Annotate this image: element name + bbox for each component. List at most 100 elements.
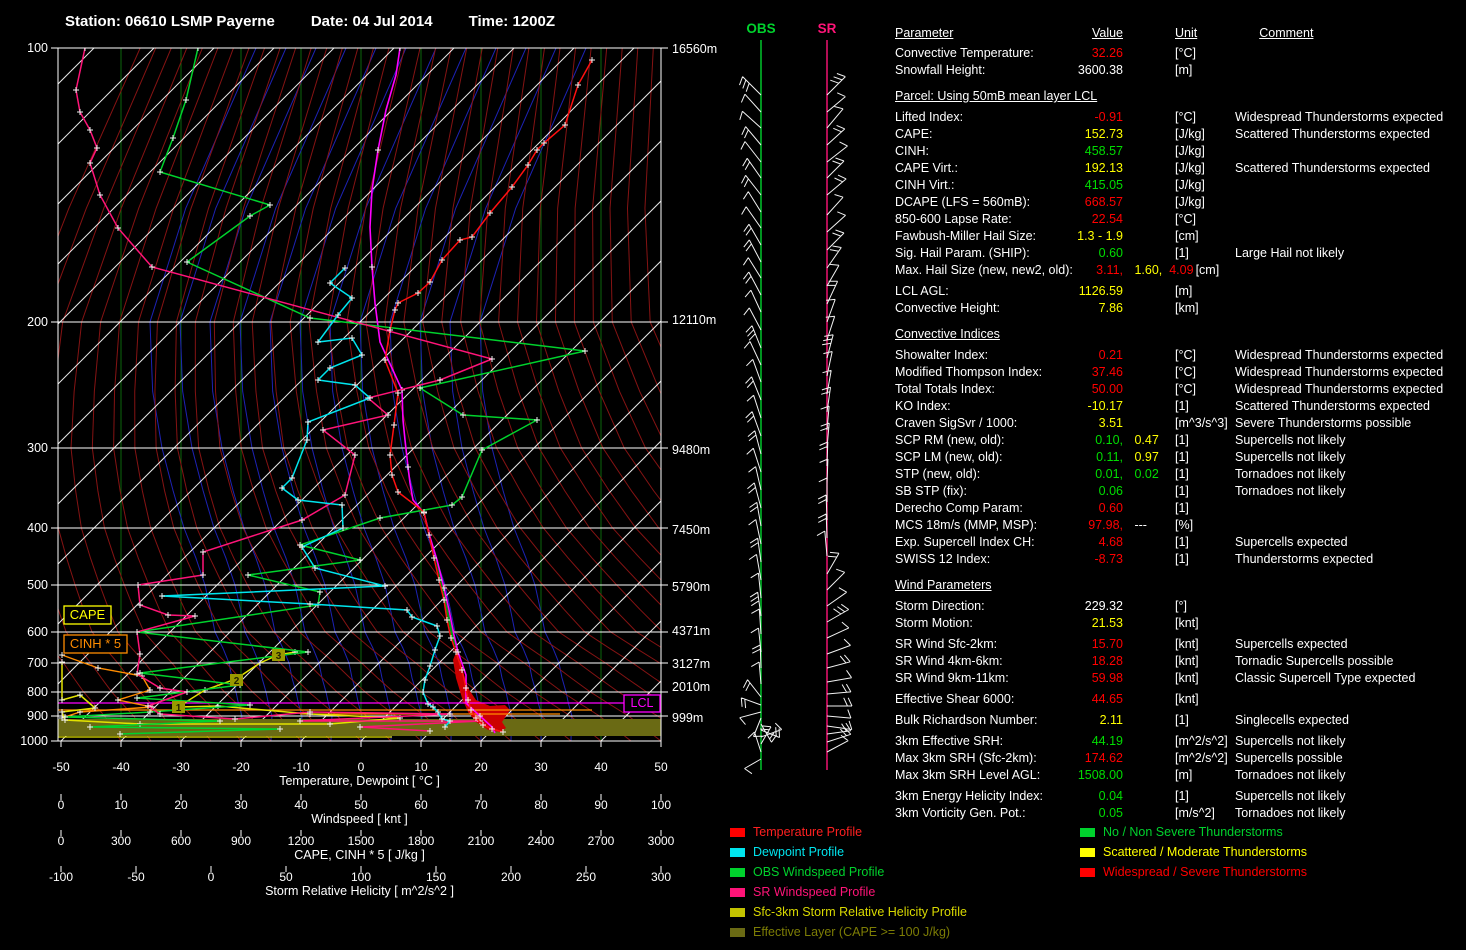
x-axis-1: 0102030405060708090100Windspeed [ knt ] — [58, 794, 672, 826]
param-value: 192.13 — [1085, 160, 1123, 177]
param-label: Craven SigSvr / 1000: — [895, 415, 1017, 432]
svg-text:40: 40 — [594, 760, 608, 774]
table-row: CINH:458.57[J/kg] — [888, 143, 1463, 160]
param-comment: Tornadoes not likely — [1235, 483, 1345, 500]
param-unit: [J/kg] — [1175, 177, 1235, 194]
svg-text:9480m: 9480m — [672, 443, 710, 457]
param-label: Lifted Index: — [895, 109, 963, 126]
param-value: 59.98 — [1092, 670, 1123, 687]
param-comment: Scattered Thunderstorms expected — [1235, 398, 1430, 415]
param-comment: Supercells not likely — [1235, 432, 1345, 449]
param-value: 0.05 — [1099, 805, 1123, 822]
km-marker-3: 3 — [272, 649, 285, 662]
table-row: Max 3km SRH (Sfc-2km):174.62[m^2/s^2]Sup… — [888, 750, 1463, 767]
param-comment: Supercells not likely — [1235, 733, 1345, 750]
param-unit: [°C] — [1175, 109, 1235, 126]
param-comment: Supercells expected — [1235, 534, 1348, 551]
sr-wind-column — [817, 40, 852, 770]
svg-text:20: 20 — [174, 798, 188, 812]
table-row: Convective Temperature:32.26[°C] — [888, 45, 1463, 62]
param-unit: [knt] — [1175, 670, 1235, 687]
legend-swatch — [730, 908, 745, 917]
param-unit: [knt] — [1175, 691, 1235, 708]
param-label: Sig. Hail Param. (SHIP): — [895, 245, 1030, 262]
table-row: Storm Direction:229.32[°] — [888, 598, 1463, 615]
table-row: Showalter Index:0.21[°C]Widespread Thund… — [888, 347, 1463, 364]
param-label: CAPE: — [895, 126, 933, 143]
param-value: -10.17 — [1088, 398, 1123, 415]
svg-text:12110m: 12110m — [672, 313, 716, 327]
section-header: Parcel: Using 50mB mean layer LCL — [888, 88, 1463, 105]
svg-text:-100: -100 — [49, 870, 73, 884]
legend-item-profile: Sfc-3km Storm Relative Helicity Profile — [730, 902, 967, 922]
svg-text:-10: -10 — [292, 760, 310, 774]
param-label: Storm Direction: — [895, 598, 985, 615]
table-row: LCL AGL:1126.59[m] — [888, 283, 1463, 300]
svg-text:90: 90 — [594, 798, 608, 812]
obs-wind-column — [740, 40, 782, 774]
param-label: 850-600 Lapse Rate: — [895, 211, 1012, 228]
skewt-diagram: OBS SR CAPECINH * 5LCL123100200300400500… — [0, 0, 888, 950]
legend-label: Temperature Profile — [753, 825, 862, 839]
svg-text:100: 100 — [27, 41, 48, 55]
param-value: -8.73 — [1095, 551, 1124, 568]
sr-windspeed-profile — [73, 45, 495, 734]
param-comment: Large Hail not likely — [1235, 245, 1344, 262]
param-comment: Tornadic Supercells possible — [1235, 653, 1393, 670]
legend-item-profile: Temperature Profile — [730, 822, 967, 842]
svg-text:200: 200 — [27, 315, 48, 329]
svg-text:999m: 999m — [672, 711, 703, 725]
table-row: Derecho Comp Param:0.60[1] — [888, 500, 1463, 517]
param-comment: Widespread Thunderstorms expected — [1235, 109, 1443, 126]
svg-text:LCL: LCL — [631, 696, 654, 710]
legend-label: Sfc-3km Storm Relative Helicity Profile — [753, 905, 967, 919]
x-axis-3: -100-50050100150200250300Storm Relative … — [49, 866, 671, 898]
param-unit: [1] — [1175, 483, 1235, 500]
svg-text:80: 80 — [534, 798, 548, 812]
param-unit: [km] — [1175, 300, 1235, 317]
param-label: STP (new, old): — [895, 466, 980, 483]
param-unit: [1] — [1175, 712, 1235, 729]
param-label: Exp. Supercell Index CH: — [895, 534, 1035, 551]
svg-text:100: 100 — [651, 798, 671, 812]
param-value: 668.57 — [1085, 194, 1123, 211]
svg-text:800: 800 — [27, 685, 48, 699]
param-value: 3.11, — [1096, 262, 1123, 279]
param-label: DCAPE (LFS = 560mB): — [895, 194, 1030, 211]
km-marker-2: 2 — [230, 674, 243, 687]
param-label: Effective Shear 6000: — [895, 691, 1014, 708]
param-comment: Tornadoes not likely — [1235, 805, 1345, 822]
table-row: Modified Thompson Index:37.46[°C]Widespr… — [888, 364, 1463, 381]
param-label: 3km Effective SRH: — [895, 733, 1003, 750]
svg-text:30: 30 — [234, 798, 248, 812]
param-unit: [J/kg] — [1175, 160, 1235, 177]
svg-text:50: 50 — [279, 870, 293, 884]
param-label: Max 3km SRH (Sfc-2km): — [895, 750, 1037, 767]
parcel-curve — [369, 45, 495, 733]
table-row: KO Index:-10.17[1]Scattered Thunderstorm… — [888, 398, 1463, 415]
table-row: Lifted Index:-0.91[°C]Widespread Thunder… — [888, 109, 1463, 126]
legend-item-severity: Widespread / Severe Thunderstorms — [1080, 862, 1307, 882]
table-row: Effective Shear 6000:44.65[knt] — [888, 691, 1463, 708]
param-unit: [m^2/s^2] — [1175, 733, 1235, 750]
header-comment: Comment — [1259, 25, 1313, 42]
table-row: 3km Vorticity Gen. Pot.:0.05[m/s^2]Torna… — [888, 805, 1463, 822]
legend-item-profile: SR Windspeed Profile — [730, 882, 967, 902]
svg-text:0: 0 — [208, 870, 215, 884]
param-unit: [m/s^2] — [1175, 805, 1235, 822]
param-value: 15.70 — [1092, 636, 1123, 653]
table-row: CAPE Virt.:192.13[J/kg]Scattered Thunder… — [888, 160, 1463, 177]
header-unit: Unit — [1175, 25, 1197, 42]
param-label: Snowfall Height: — [895, 62, 985, 79]
param-extra-values: 0.02 — [1131, 466, 1173, 483]
svg-text:20: 20 — [474, 760, 488, 774]
svg-text:70: 70 — [474, 798, 488, 812]
param-label: MCS 18m/s (MMP, MSP): — [895, 517, 1037, 534]
param-value: 0.60 — [1099, 500, 1123, 517]
param-unit: [knt] — [1175, 615, 1235, 632]
legend-label: OBS Windspeed Profile — [753, 865, 884, 879]
svg-text:1800: 1800 — [408, 834, 435, 848]
svg-text:1000: 1000 — [20, 734, 48, 748]
param-label: Max 3km SRH Level AGL: — [895, 767, 1040, 784]
param-label: SB STP (fix): — [895, 483, 967, 500]
